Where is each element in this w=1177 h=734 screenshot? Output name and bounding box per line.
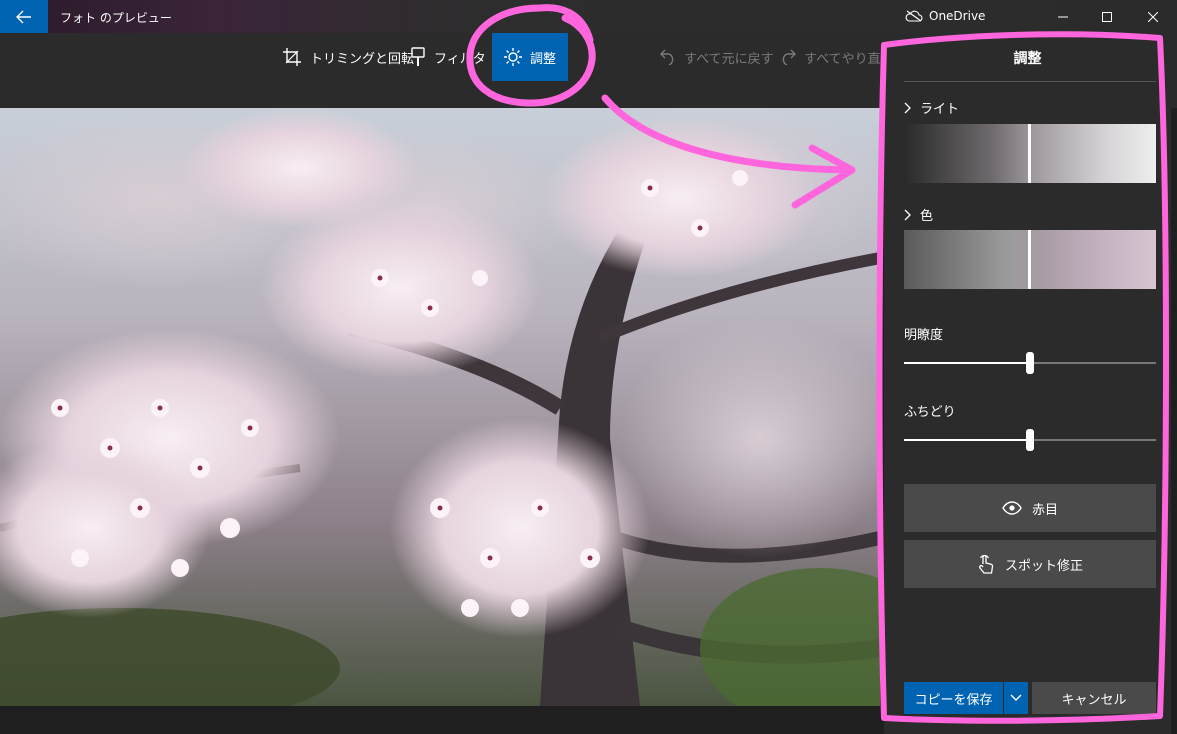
light-preview-slider[interactable]: [904, 124, 1156, 183]
bottom-strip: [0, 706, 880, 734]
redo-all-label: すべてやり直す: [804, 51, 894, 67]
light-marker[interactable]: [1028, 124, 1031, 183]
spot-fix-label: スポット修正: [1004, 558, 1083, 574]
undo-icon: [660, 49, 674, 65]
color-label: 色: [920, 209, 934, 224]
red-eye-button[interactable]: 赤目: [904, 484, 1156, 532]
minimize-icon: [1058, 16, 1068, 17]
crop-rotate-label: トリミングと回転: [310, 51, 415, 67]
clarity-slider[interactable]: [904, 352, 1156, 374]
touch-hand-icon: [979, 554, 994, 574]
clarity-label: 明瞭度: [904, 328, 944, 343]
eye-icon: [1002, 501, 1022, 515]
filter-label: フィルタ: [434, 51, 486, 67]
onedrive-label: OneDrive: [929, 9, 986, 23]
cherry-blossom-photo: [0, 108, 880, 706]
back-button[interactable]: [0, 0, 48, 33]
clarity-slider-thumb[interactable]: [1026, 352, 1034, 374]
photo-preview[interactable]: [0, 108, 880, 706]
maximize-icon: [1102, 11, 1112, 22]
vignette-slider[interactable]: [904, 429, 1156, 451]
crop-rotate-tab[interactable]: トリミングと回転: [282, 33, 414, 81]
crop-icon: [283, 48, 301, 66]
color-marker[interactable]: [1028, 230, 1031, 289]
color-section-header[interactable]: 色: [904, 205, 933, 224]
undo-all-button[interactable]: すべて元に戻す: [660, 33, 774, 81]
filter-brush-icon: [411, 47, 425, 66]
filter-tab[interactable]: フィルタ: [410, 33, 486, 81]
redo-all-button[interactable]: すべてやり直す: [780, 33, 894, 81]
adjust-panel: 調整 ライト 色 明瞭度 ふちどり 赤目 スポット修正 コピーを保存 キャンセル: [884, 34, 1171, 734]
title-bar: フォト のプレビュー OneDrive: [0, 0, 1177, 33]
clarity-slider-fill: [904, 362, 1030, 364]
cloud-off-icon: [905, 10, 923, 22]
close-button[interactable]: [1130, 0, 1176, 33]
chevron-right-icon: [904, 209, 911, 220]
panel-title: 調整: [1013, 51, 1042, 67]
chevron-down-icon: [1010, 694, 1022, 701]
red-eye-label: 赤目: [1031, 502, 1058, 518]
panel-divider: [904, 81, 1156, 82]
cancel-label: キャンセル: [1061, 692, 1127, 708]
redo-icon: [782, 49, 796, 65]
save-options-dropdown[interactable]: [1004, 682, 1028, 714]
minimize-button[interactable]: [1040, 0, 1086, 33]
color-preview-slider[interactable]: [904, 230, 1156, 289]
chevron-right-icon: [904, 102, 911, 113]
vignette-label: ふちどり: [904, 405, 956, 420]
close-icon: [1148, 11, 1158, 22]
adjust-tab[interactable]: 調整: [492, 33, 568, 81]
vignette-slider-fill: [904, 439, 1030, 441]
undo-all-label: すべて元に戻す: [684, 51, 774, 67]
light-label: ライト: [920, 102, 960, 117]
cancel-button[interactable]: キャンセル: [1032, 682, 1156, 714]
adjust-label: 調整: [530, 51, 557, 67]
spot-fix-button[interactable]: スポット修正: [904, 540, 1156, 588]
onedrive-status[interactable]: OneDrive: [905, 9, 985, 23]
app-title: フォト のプレビュー: [60, 11, 172, 25]
sun-icon: [504, 48, 522, 66]
maximize-button[interactable]: [1084, 0, 1130, 33]
back-arrow-icon: [16, 10, 31, 23]
save-copy-button[interactable]: コピーを保存: [904, 682, 1003, 714]
save-copy-label: コピーを保存: [914, 692, 993, 708]
light-section-header[interactable]: ライト: [904, 98, 959, 117]
vignette-slider-thumb[interactable]: [1026, 429, 1034, 451]
